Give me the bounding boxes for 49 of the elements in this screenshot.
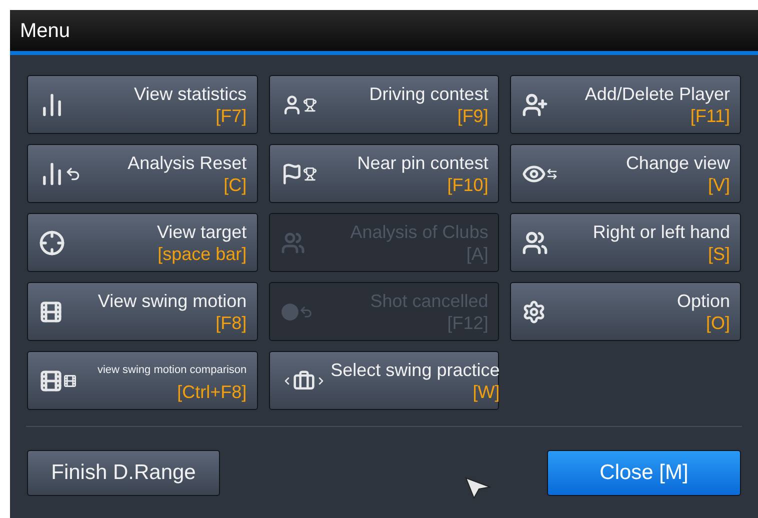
menu-button[interactable]: Right or left hand [S] (510, 213, 741, 272)
menu-label: view swing motion comparison (97, 362, 247, 378)
people-icon (522, 230, 548, 256)
close-button[interactable]: Close [M] (547, 450, 741, 496)
shortcut-key: [C] (224, 174, 247, 196)
menu-button[interactable]: Driving contest [F9] (268, 75, 500, 134)
people-icon (280, 230, 305, 254)
menu-button[interactable]: View swing motion [F8] (27, 282, 258, 341)
ball-undo-icon (280, 302, 313, 320)
menu-button[interactable]: Near pin contest [F10] (268, 144, 500, 203)
shortcut-key: [F9] (457, 104, 488, 126)
crosshair-icon (39, 230, 65, 256)
film-reel-icon (39, 300, 63, 324)
menu-label: View target (156, 220, 247, 242)
menu-label: View swing motion (98, 290, 247, 312)
menu-button[interactable]: view swing motion comparison [Ctrl+F8] (27, 351, 258, 410)
flag-trophy-icon (280, 162, 317, 184)
menu-button[interactable]: Option [O] (510, 282, 741, 341)
cursor-icon (465, 477, 491, 499)
menu-label: View statistics (134, 82, 247, 104)
menu-label: Near pin contest (357, 152, 488, 174)
film-reels-icon (39, 368, 77, 392)
user-plus-icon (522, 92, 548, 118)
menu-label: Change view (626, 152, 730, 174)
shortcut-key: [F8] (216, 312, 247, 334)
menu-label: Right or left hand (592, 220, 730, 242)
menu-label: Option (676, 290, 730, 312)
shortcut-key: [F7] (216, 104, 247, 126)
shortcut-key: [F10] (447, 174, 488, 196)
menu-button[interactable]: View statistics [F7] (27, 75, 258, 134)
shortcut-key: [F11] (690, 104, 730, 126)
shortcut-key: [O] (706, 312, 730, 334)
window-title: Menu (20, 18, 70, 44)
menu-label: Select swing practice (330, 358, 500, 380)
menu-label: Driving contest (369, 82, 488, 104)
menu-label: Add/Delete Player (584, 82, 730, 104)
menu-button[interactable]: Add/Delete Player [F11] (510, 75, 741, 134)
finish-button[interactable]: Finish D.Range (27, 450, 220, 496)
menu-button[interactable]: Select swing practice [W] (268, 351, 500, 410)
menu-button[interactable]: View target [space bar] (27, 213, 258, 272)
menu-button[interactable]: Change view [V] (510, 144, 741, 203)
menu-button[interactable]: Analysis Reset [C] (27, 144, 258, 203)
shortcut-key: [Ctrl+F8] (177, 380, 247, 402)
shortcut-key: [space bar] (158, 242, 247, 264)
gear-icon (522, 300, 546, 324)
shortcut-key: [W] (472, 380, 500, 402)
menu-label: Analysis Reset (128, 152, 247, 174)
shortcut-key: [S] (708, 242, 730, 264)
shortcut-key: [V] (708, 174, 730, 196)
